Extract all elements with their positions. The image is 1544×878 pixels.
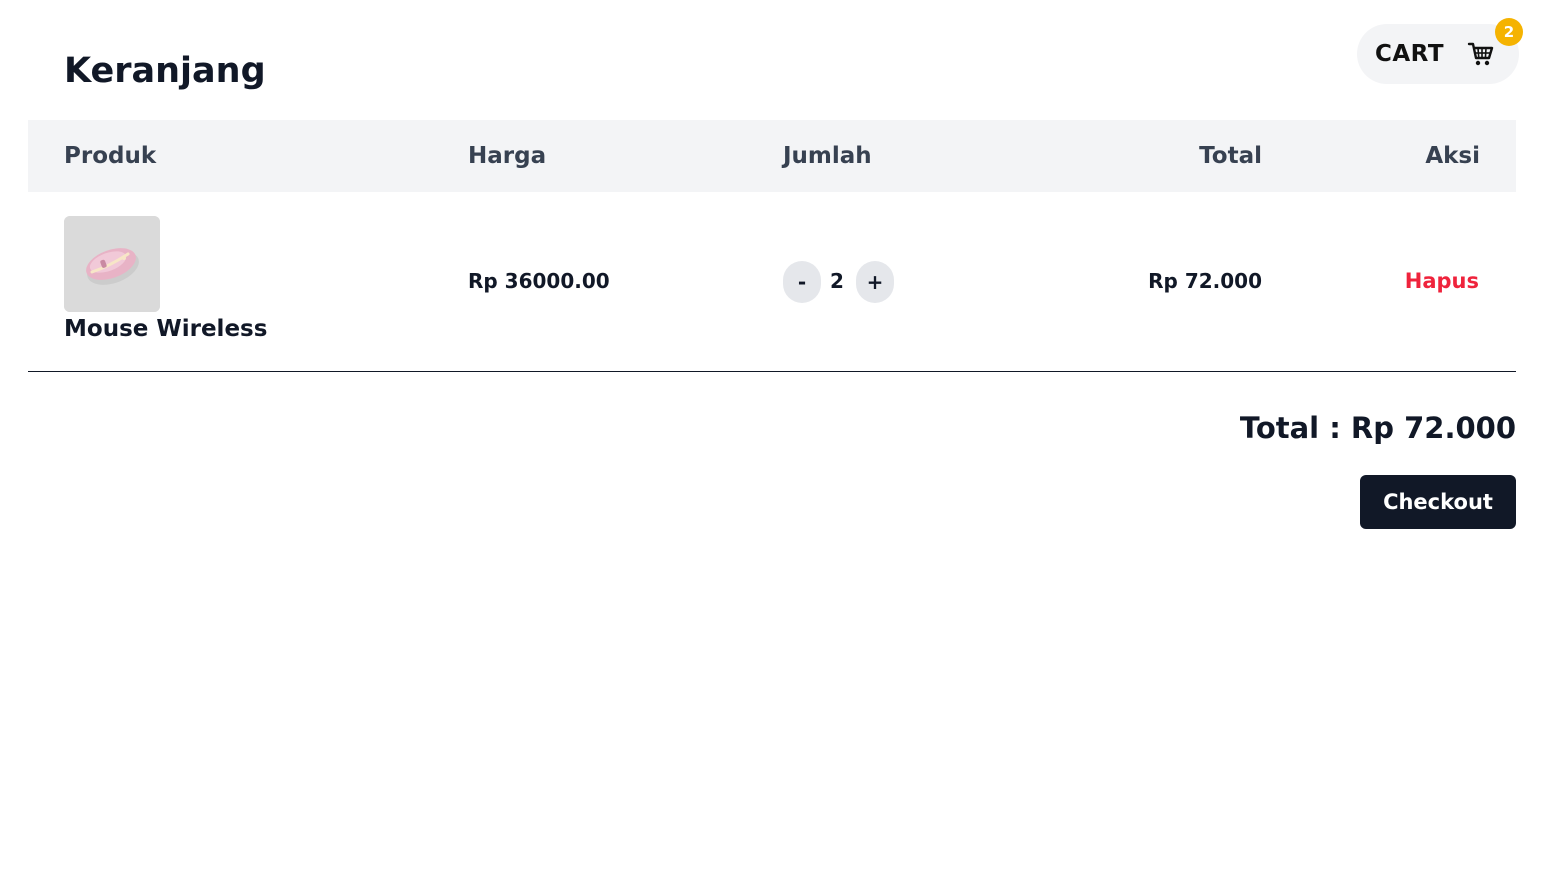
grand-total: Total : Rp 72.000 xyxy=(1239,411,1516,445)
cart-button[interactable]: CART 2 xyxy=(1357,18,1523,84)
row-total: Rp 72.000 xyxy=(1148,269,1262,293)
header-action: Aksi xyxy=(1425,143,1480,169)
cart-table-header: Produk Harga Jumlah Total Aksi xyxy=(28,120,1516,192)
header-price: Harga xyxy=(468,143,547,169)
header-total: Total xyxy=(1199,143,1262,169)
increase-quantity-button[interactable]: + xyxy=(856,261,894,303)
product-name: Mouse Wireless xyxy=(64,316,268,342)
decrease-quantity-button[interactable]: - xyxy=(783,261,821,303)
pink-wireless-mouse-image xyxy=(64,216,160,312)
checkout-button[interactable]: Checkout xyxy=(1360,475,1516,529)
cart-page: Keranjang CART 2 Produk Harga Jumlah Tot… xyxy=(0,0,1544,878)
remove-item-link[interactable]: Hapus xyxy=(1405,267,1479,295)
header-product: Produk xyxy=(64,143,157,169)
product-image xyxy=(64,216,160,312)
page-title: Keranjang xyxy=(64,51,266,91)
product-price: Rp 36000.00 xyxy=(468,269,610,293)
shopping-cart-icon xyxy=(1467,42,1494,66)
header-quantity: Jumlah xyxy=(783,143,872,169)
cart-count-badge: 2 xyxy=(1495,18,1523,46)
cart-row: Mouse Wireless Rp 36000.00 - 2 + Rp 72.0… xyxy=(28,192,1516,372)
cart-label: CART xyxy=(1375,41,1445,67)
quantity-value: 2 xyxy=(830,269,844,293)
